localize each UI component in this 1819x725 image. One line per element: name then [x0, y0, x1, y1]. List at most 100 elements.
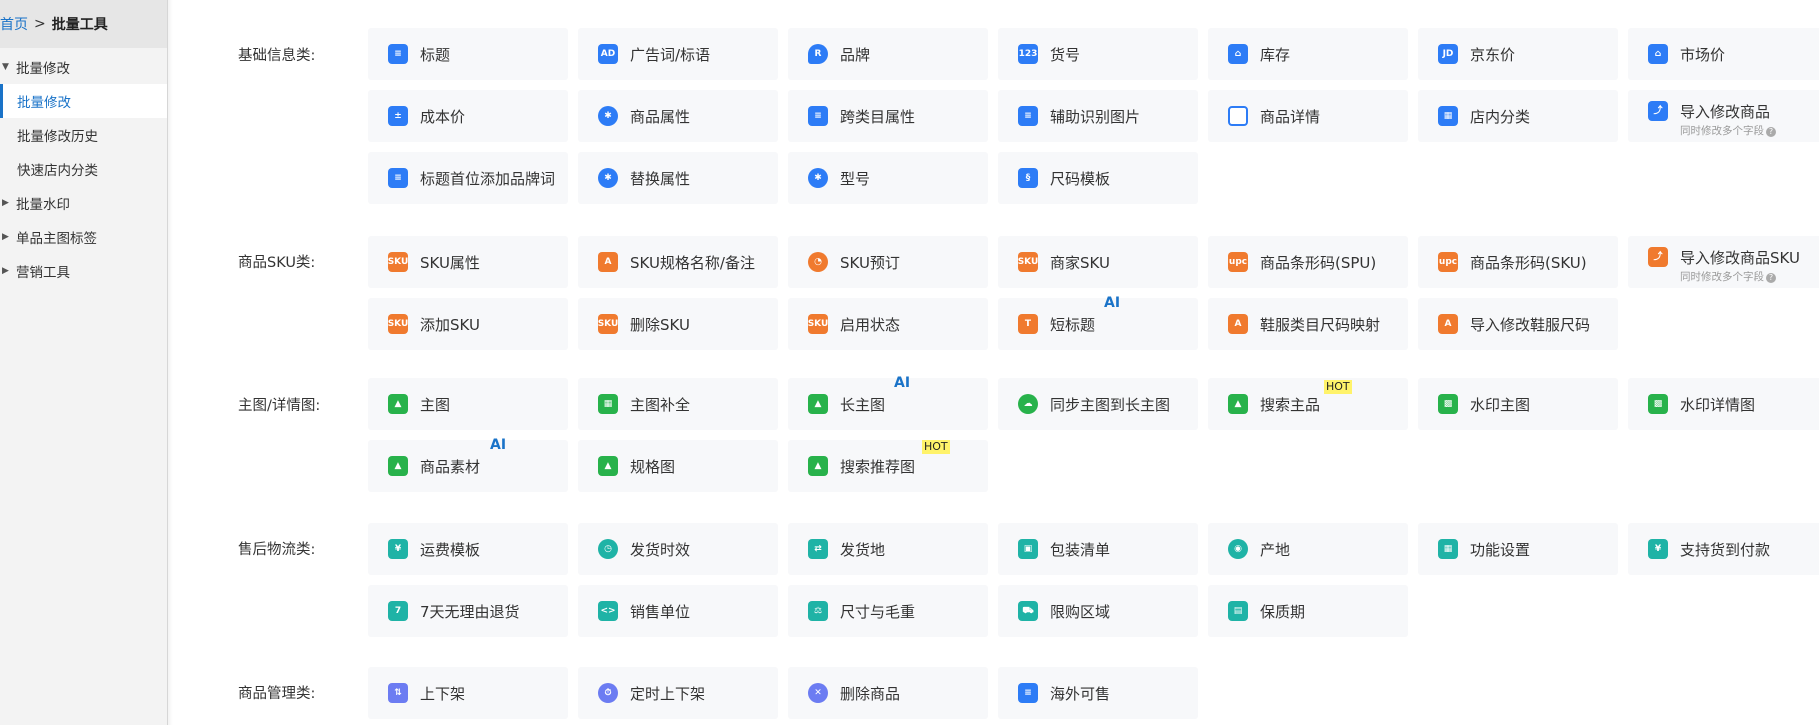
- brand-icon: R: [808, 44, 828, 64]
- caret-right-icon: ▶: [2, 198, 9, 208]
- tile-label: 主图: [420, 395, 451, 414]
- help-icon[interactable]: ?: [1766, 127, 1776, 137]
- sku-icon: SKU: [388, 252, 408, 272]
- image-icon: ▲: [808, 394, 828, 414]
- tile-spec-image[interactable]: ▲ 规格图: [578, 440, 778, 492]
- tile-main-image-fill[interactable]: ▦ 主图补全: [578, 378, 778, 430]
- tile-jd-price[interactable]: JD 京东价: [1418, 28, 1618, 80]
- nav-group-marketing[interactable]: ▶ 营销工具: [0, 254, 167, 288]
- tile-overseas-sale[interactable]: ≡ 海外可售: [998, 667, 1198, 719]
- tile-label: 成本价: [420, 107, 466, 126]
- tile-add-sku[interactable]: SKU 添加SKU: [368, 298, 568, 350]
- tile-sku-presale[interactable]: ◔ SKU预订: [788, 236, 988, 288]
- tile-shoe-size-mapping[interactable]: A 鞋服类目尺码映射: [1208, 298, 1408, 350]
- market-icon: ⌂: [1648, 44, 1668, 64]
- breadcrumb-home-link[interactable]: 首页: [0, 14, 28, 34]
- gear-icon: ✱: [808, 168, 828, 188]
- tile-search-main-product[interactable]: ▲ 搜索主品 HOT: [1208, 378, 1408, 430]
- tile-item-number[interactable]: 123 货号: [998, 28, 1198, 80]
- nav-group-batch-modify[interactable]: ▼ 批量修改: [0, 50, 167, 84]
- grid-icon: ▦: [1438, 106, 1458, 126]
- tile-feature-settings[interactable]: ▦ 功能设置: [1418, 523, 1618, 575]
- tile-import-modify-sku[interactable]: ⤴ 导入修改商品SKU 同时修改多个字段?: [1628, 236, 1819, 288]
- help-icon[interactable]: ?: [1766, 273, 1776, 283]
- tile-shelf-life[interactable]: ▤ 保质期: [1208, 585, 1408, 637]
- tile-cod[interactable]: ¥ 支持货到付款: [1628, 523, 1819, 575]
- tile-main-image[interactable]: ▲ 主图: [368, 378, 568, 430]
- breadcrumb-separator: >: [34, 16, 46, 32]
- tile-barcode-sku[interactable]: upc 商品条形码(SKU): [1418, 236, 1618, 288]
- tile-label: 限购区域: [1050, 602, 1111, 621]
- tile-scheduled-list[interactable]: ⏱ 定时上下架: [578, 667, 778, 719]
- tile-product-detail[interactable]: 商品详情: [1208, 90, 1408, 142]
- tile-title[interactable]: ≡ 标题: [368, 28, 568, 80]
- tile-short-title[interactable]: T 短标题 AI: [998, 295, 1198, 350]
- tile-import-modify-product[interactable]: ⤴ 导入修改商品 同时修改多个字段?: [1628, 90, 1819, 142]
- tile-cross-category-attrs[interactable]: ≡ 跨类目属性: [788, 90, 988, 142]
- tile-shipping-template[interactable]: ¥ 运费模板: [368, 523, 568, 575]
- sku-icon: SKU: [808, 314, 828, 334]
- tile-label: 功能设置: [1470, 540, 1531, 559]
- tile-sku-spec-name[interactable]: A SKU规格名称/备注: [578, 236, 778, 288]
- tile-sku-attrs[interactable]: SKU SKU属性: [368, 236, 568, 288]
- tile-store-category[interactable]: ▦ 店内分类: [1418, 90, 1618, 142]
- tile-size-template[interactable]: § 尺码模板: [998, 152, 1198, 204]
- tile-aux-image[interactable]: ≡ 辅助识别图片: [998, 90, 1198, 142]
- tile-search-recommend-image[interactable]: ▲ 搜索推荐图 HOT: [788, 440, 988, 492]
- tile-packing-list[interactable]: ▣ 包装清单: [998, 523, 1198, 575]
- tile-ad-slogan[interactable]: AD 广告词/标语: [578, 28, 778, 80]
- tile-title-brand-prefix[interactable]: ≡ 标题首位添加品牌词: [368, 152, 568, 204]
- sku-icon: SKU: [1018, 252, 1038, 272]
- tile-product-attrs[interactable]: ✱ 商品属性: [578, 90, 778, 142]
- tile-seven-day-return[interactable]: 7 7天无理由退货: [368, 585, 568, 637]
- tile-delete-sku[interactable]: SKU 删除SKU: [578, 298, 778, 350]
- tile-cost-price[interactable]: ± 成本价: [368, 90, 568, 142]
- tile-size-weight[interactable]: ⚖ 尺寸与毛重: [788, 585, 988, 637]
- tile-label: 鞋服类目尺码映射: [1260, 315, 1381, 334]
- nav-group-watermark[interactable]: ▶ 批量水印: [0, 186, 167, 220]
- nav-group-label: 单品主图标签: [16, 231, 97, 247]
- tile-label: 销售单位: [630, 602, 691, 621]
- tile-model[interactable]: ✱ 型号: [788, 152, 988, 204]
- tile-list-delist[interactable]: ⇅ 上下架: [368, 667, 568, 719]
- tile-purchase-limit-area[interactable]: ⛟ 限购区域: [998, 585, 1198, 637]
- tile-ship-from[interactable]: ⇄ 发货地: [788, 523, 988, 575]
- tile-product-material[interactable]: ▲ 商品素材 AI: [368, 437, 568, 492]
- nav-item-batch-modify[interactable]: 批量修改: [0, 84, 167, 118]
- tile-replace-attrs[interactable]: ✱ 替换属性: [578, 152, 778, 204]
- tile-stock[interactable]: ⌂ 库存: [1208, 28, 1408, 80]
- tile-long-main-image[interactable]: ▲ 长主图 AI: [788, 375, 988, 430]
- nav-group-label: 营销工具: [16, 265, 70, 281]
- nav-group-label: 批量修改: [16, 61, 70, 77]
- tile-barcode-spu[interactable]: upc 商品条形码(SPU): [1208, 236, 1408, 288]
- tile-watermark-main[interactable]: ▩ 水印主图: [1418, 378, 1618, 430]
- tile-enable-status[interactable]: SKU 启用状态: [788, 298, 988, 350]
- ai-badge: AI: [1104, 295, 1121, 311]
- tile-label: 保质期: [1260, 602, 1306, 621]
- tile-label: 产地: [1260, 540, 1291, 559]
- nav-item-quick-category[interactable]: 快速店内分类: [0, 152, 167, 186]
- barcode-icon: upc: [1228, 252, 1248, 272]
- tile-brand[interactable]: R 品牌: [788, 28, 988, 80]
- tile-watermark-detail[interactable]: ▩ 水印详情图: [1628, 378, 1819, 430]
- tile-sync-long-image[interactable]: ☁ 同步主图到长主图: [998, 378, 1198, 430]
- tile-delete-product[interactable]: ✕ 删除商品: [788, 667, 988, 719]
- nav-item-batch-history[interactable]: 批量修改历史: [0, 118, 167, 152]
- timer-icon: ⏱: [598, 683, 618, 703]
- tile-origin[interactable]: ◉ 产地: [1208, 523, 1408, 575]
- tile-merchant-sku[interactable]: SKU 商家SKU: [998, 236, 1198, 288]
- nav-group-main-image-tag[interactable]: ▶ 单品主图标签: [0, 220, 167, 254]
- tile-delivery-time[interactable]: ◷ 发货时效: [578, 523, 778, 575]
- tile-label: 删除商品: [840, 684, 901, 703]
- sidebar-nav: ▼ 批量修改 批量修改 批量修改历史 快速店内分类 ▶ 批量水印 ▶ 单品主图标…: [0, 48, 167, 288]
- tile-label: 标题首位添加品牌词: [420, 169, 556, 188]
- image-icon: ▲: [808, 456, 828, 476]
- title-icon: ≡: [388, 44, 408, 64]
- tile-label: 导入修改鞋服尺码: [1470, 315, 1591, 334]
- image-icon: ▲: [1228, 394, 1248, 414]
- tile-import-shoe-size[interactable]: A 导入修改鞋服尺码: [1418, 298, 1618, 350]
- tile-sales-unit[interactable]: <> 销售单位: [578, 585, 778, 637]
- tile-label: 商品条形码(SKU): [1470, 253, 1587, 272]
- tile-label: 水印主图: [1470, 395, 1531, 414]
- tile-market-price[interactable]: ⌂ 市场价: [1628, 28, 1819, 80]
